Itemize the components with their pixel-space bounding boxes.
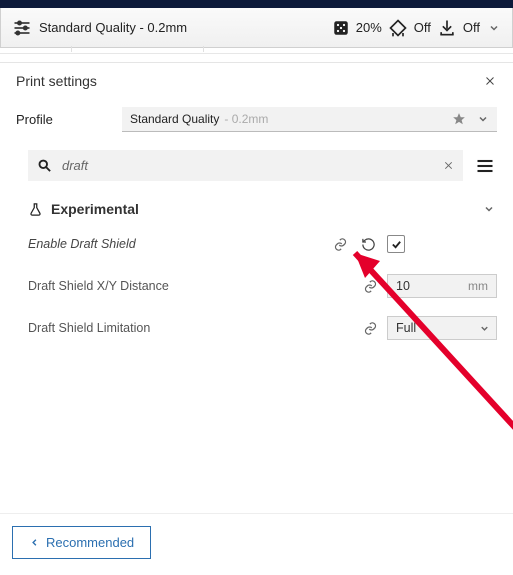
- enable-draft-shield-checkbox[interactable]: [385, 235, 407, 253]
- chevron-left-icon: [29, 537, 40, 548]
- profile-label: Profile: [16, 112, 114, 127]
- support-summary[interactable]: Off: [388, 18, 431, 38]
- profile-detail: - 0.2mm: [224, 112, 268, 126]
- setting-draft-shield-xy: Draft Shield X/Y Distance 10 mm: [28, 273, 497, 299]
- draft-shield-limitation-select[interactable]: Full: [387, 316, 497, 340]
- infill-value: 20%: [356, 20, 382, 35]
- clear-search-icon[interactable]: [443, 160, 454, 171]
- profile-name: Standard Quality: [130, 112, 219, 126]
- draft-shield-xy-input[interactable]: 10 mm: [387, 274, 497, 298]
- setting-label: Draft Shield Limitation: [28, 321, 353, 335]
- value: Full: [388, 321, 479, 335]
- adhesion-summary[interactable]: Off: [437, 18, 480, 38]
- favorite-star-icon[interactable]: [452, 112, 466, 126]
- support-icon: [388, 18, 408, 38]
- chevron-down-icon: [477, 113, 489, 125]
- profile-selector[interactable]: Standard Quality - 0.2mm: [122, 107, 497, 132]
- link-icon[interactable]: [359, 279, 381, 294]
- search-box[interactable]: [28, 150, 463, 181]
- profile-summary-label: Standard Quality - 0.2mm: [39, 20, 326, 35]
- support-value: Off: [414, 20, 431, 35]
- setting-label: Enable Draft Shield: [28, 237, 323, 251]
- unit: mm: [459, 279, 496, 293]
- search-input[interactable]: [62, 158, 433, 173]
- chevron-down-icon: [479, 323, 496, 334]
- hamburger-menu-icon[interactable]: [473, 156, 497, 176]
- link-icon[interactable]: [329, 237, 351, 252]
- search-icon: [37, 158, 52, 173]
- value: 10: [388, 279, 459, 293]
- recommended-button[interactable]: Recommended: [12, 526, 151, 559]
- section-title: Experimental: [51, 201, 475, 217]
- setting-label: Draft Shield X/Y Distance: [28, 279, 353, 293]
- tab-strip: [0, 48, 513, 54]
- panel-title: Print settings: [16, 73, 97, 89]
- close-icon[interactable]: [483, 74, 497, 88]
- flask-icon: [28, 202, 43, 217]
- section-experimental[interactable]: Experimental: [28, 201, 497, 217]
- infill-icon: [332, 19, 350, 37]
- settings-sliders-icon: [11, 17, 33, 39]
- toolbar-chevron-down-icon[interactable]: [486, 22, 502, 34]
- top-toolbar: Standard Quality - 0.2mm 20% Off Off: [0, 8, 513, 48]
- recommended-label: Recommended: [46, 535, 134, 550]
- reset-icon[interactable]: [357, 237, 379, 252]
- adhesion-icon: [437, 18, 457, 38]
- adhesion-value: Off: [463, 20, 480, 35]
- setting-draft-shield-limitation: Draft Shield Limitation Full: [28, 315, 497, 341]
- link-icon[interactable]: [359, 321, 381, 336]
- infill-summary[interactable]: 20%: [332, 19, 382, 37]
- chevron-down-icon: [483, 203, 497, 215]
- setting-enable-draft-shield: Enable Draft Shield: [28, 231, 497, 257]
